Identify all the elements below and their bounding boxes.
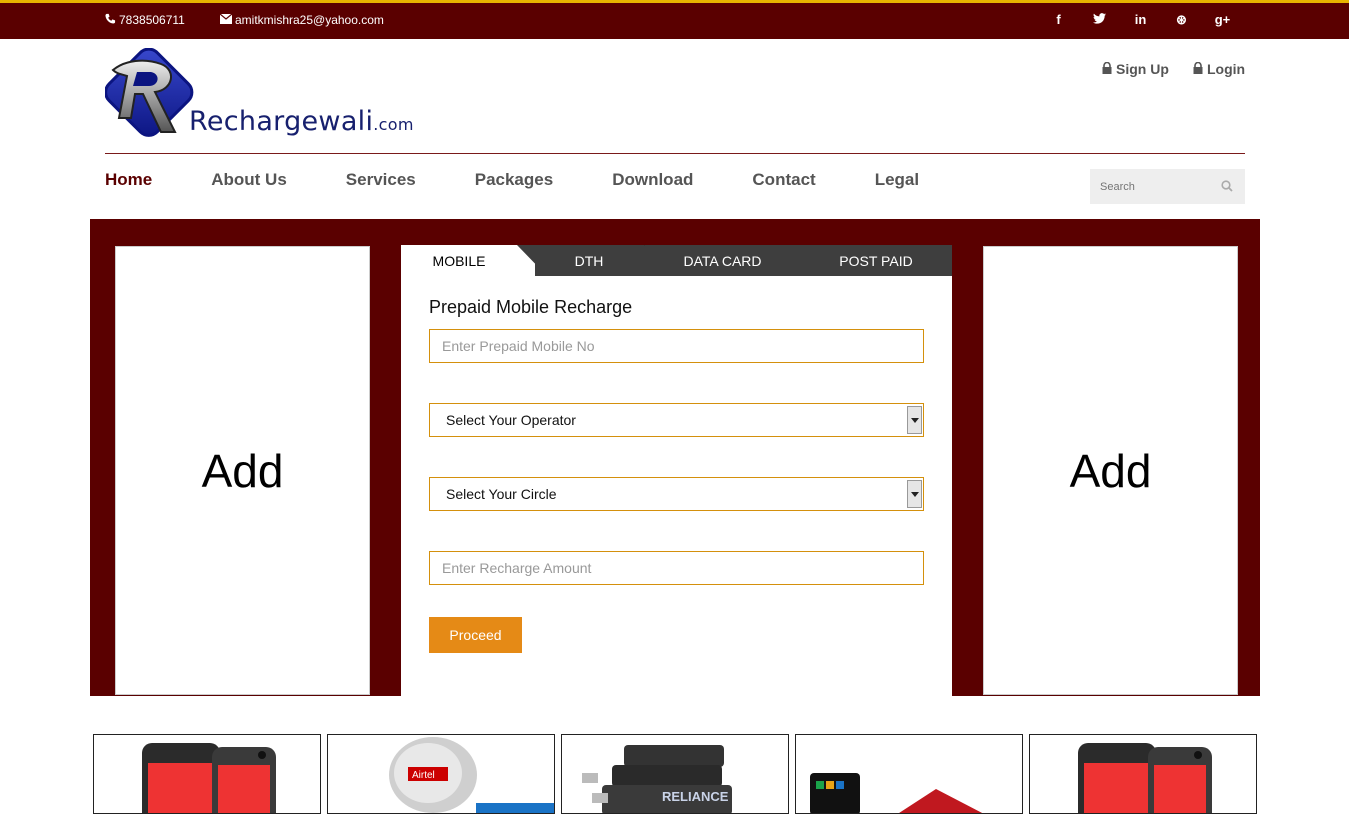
- tab-mobile[interactable]: MOBILE: [401, 245, 517, 276]
- nokia-phone-image: [810, 773, 983, 813]
- email-contact[interactable]: amitkmishra25@yahoo.com: [219, 13, 384, 27]
- form-title: Prepaid Mobile Recharge: [429, 297, 633, 317]
- nav-item-legal[interactable]: Legal: [875, 170, 919, 190]
- circle-value: Select Your Circle: [446, 486, 557, 502]
- recharge-amount-field[interactable]: Enter Recharge Amount: [429, 551, 924, 585]
- ad-slot-left[interactable]: Add: [115, 246, 370, 695]
- top-bar: 7838506711 amitkmishra25@yahoo.com f in …: [0, 0, 1349, 39]
- nav-item-services[interactable]: Services: [346, 170, 416, 190]
- google-plus-icon[interactable]: g+: [1214, 12, 1231, 28]
- nav-item-download[interactable]: Download: [612, 170, 693, 190]
- chevron-down-icon[interactable]: [907, 480, 922, 508]
- phone-icon: [105, 13, 116, 27]
- signup-link[interactable]: Sign Up: [1102, 61, 1169, 77]
- nav-item-home[interactable]: Home: [105, 170, 152, 190]
- mobile-number-field[interactable]: Enter Prepaid Mobile No: [429, 329, 924, 363]
- site-logo[interactable]: Rechargewali.com: [104, 47, 450, 144]
- svg-text:Airtel: Airtel: [412, 770, 435, 781]
- thumbnail-airtel-dish[interactable]: Airtel: [327, 734, 555, 814]
- phone-contact: 7838506711: [105, 13, 185, 27]
- linkedin-icon[interactable]: in: [1132, 12, 1149, 28]
- reliance-data-card-image: RELIANCE: [582, 745, 732, 813]
- logo-text: Rechargewali.com: [189, 106, 414, 137]
- thumbnail-phone-case[interactable]: [93, 734, 321, 814]
- recharge-panel: MOBILE DTH DATA CARD POST PAID Prepaid M…: [401, 245, 952, 696]
- mobile-number-placeholder: Enter Prepaid Mobile No: [442, 338, 595, 354]
- nav-item-contact[interactable]: Contact: [752, 170, 815, 190]
- thumbnail-phone-case-2[interactable]: [1029, 734, 1257, 814]
- operator-select[interactable]: Select Your Operator: [429, 403, 924, 437]
- lock-icon: [1102, 61, 1112, 77]
- phone-case-image: [142, 743, 276, 813]
- phone-case-image: [1078, 743, 1212, 813]
- recharge-amount-placeholder: Enter Recharge Amount: [442, 560, 592, 576]
- social-links: f in ⊛ g+: [1050, 12, 1231, 28]
- nav-item-packages[interactable]: Packages: [475, 170, 553, 190]
- phone-number: 7838506711: [119, 13, 185, 27]
- operator-value: Select Your Operator: [446, 412, 576, 428]
- facebook-icon[interactable]: f: [1050, 12, 1067, 28]
- recharge-tabs: MOBILE DTH DATA CARD POST PAID: [401, 245, 952, 276]
- login-label: Login: [1207, 61, 1246, 77]
- dribbble-icon[interactable]: ⊛: [1173, 12, 1190, 28]
- search-icon[interactable]: [1221, 179, 1233, 197]
- logo-name: Rechargewali: [189, 106, 374, 137]
- tab-data-card[interactable]: DATA CARD: [645, 245, 800, 276]
- search-box: [1090, 169, 1245, 204]
- thumbnail-nokia-phone[interactable]: [795, 734, 1023, 814]
- nav-item-about-us[interactable]: About Us: [211, 170, 287, 190]
- email-address: amitkmishra25@yahoo.com: [235, 13, 384, 27]
- header-divider: [105, 153, 1245, 154]
- lock-icon: [1193, 61, 1203, 77]
- login-link[interactable]: Login: [1193, 61, 1245, 77]
- ad-slot-right[interactable]: Add: [983, 246, 1238, 695]
- main-nav: Home About Us Services Packages Download…: [105, 170, 978, 190]
- svg-text:RELIANCE: RELIANCE: [662, 789, 729, 804]
- thumbnail-reliance-data-card[interactable]: RELIANCE: [561, 734, 789, 814]
- signup-label: Sign Up: [1116, 61, 1169, 77]
- tab-dth[interactable]: DTH: [535, 245, 643, 276]
- tab-post-paid[interactable]: POST PAID: [800, 245, 952, 276]
- chevron-down-icon[interactable]: [907, 406, 922, 434]
- envelope-icon: [219, 13, 233, 27]
- proceed-button[interactable]: Proceed: [429, 617, 522, 653]
- airtel-dish-image: Airtel: [389, 737, 554, 813]
- search-input[interactable]: [1090, 169, 1212, 204]
- logo-suffix: .com: [373, 115, 414, 134]
- circle-select[interactable]: Select Your Circle: [429, 477, 924, 511]
- twitter-icon[interactable]: [1091, 12, 1108, 28]
